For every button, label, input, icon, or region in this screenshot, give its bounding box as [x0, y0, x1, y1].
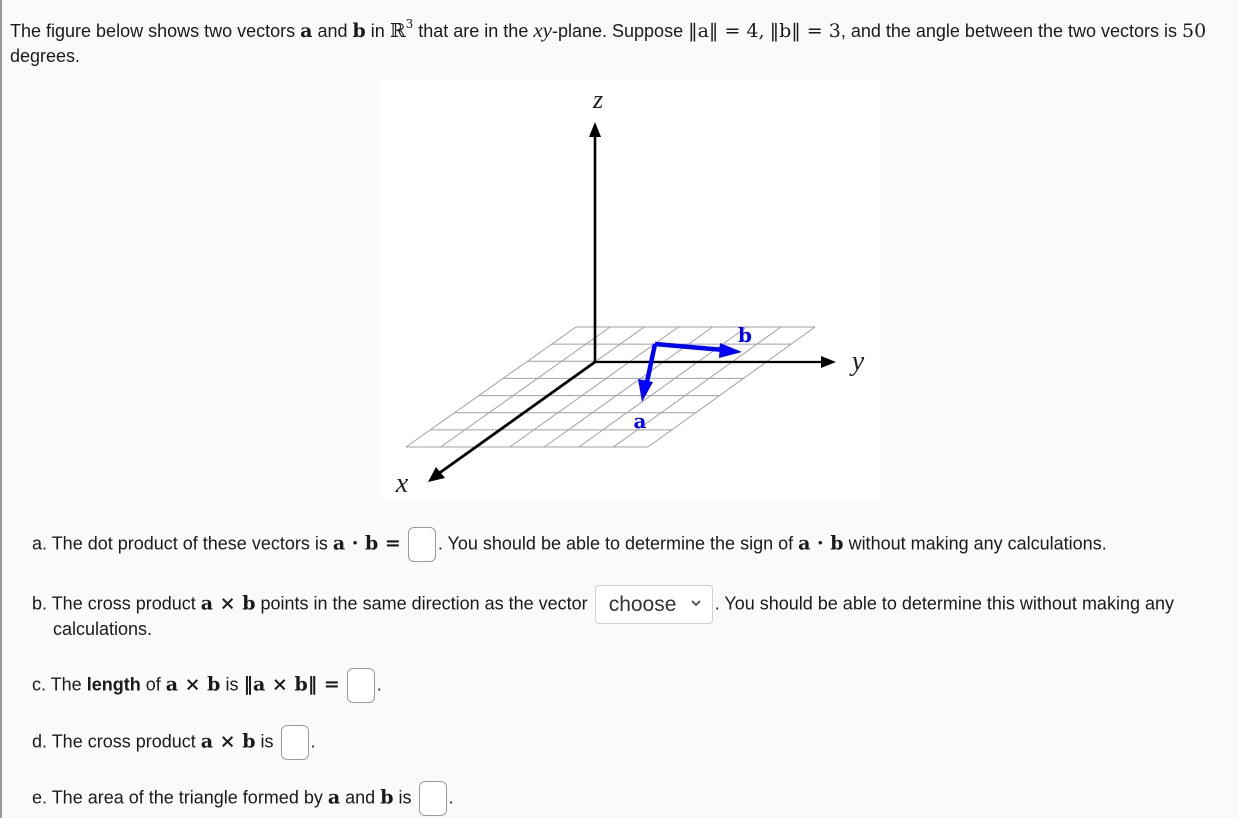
intro-text: that are in the	[413, 21, 534, 41]
problem-statement: The figure below shows two vectors a and…	[10, 12, 1236, 69]
cross-length-answer-input[interactable]	[346, 668, 375, 703]
question-text: is	[393, 787, 417, 808]
triangle-area-answer-input[interactable]	[418, 781, 447, 816]
math-cross-product: a × b	[165, 673, 221, 696]
question-text: c. The	[32, 674, 87, 695]
question-text: and	[340, 787, 381, 808]
math-dot-product: a · b =	[332, 532, 401, 555]
question-text: d. The cross product	[32, 731, 201, 752]
question-text: calculations.	[53, 619, 153, 639]
question-c: c. The length of a × b is ‖a × b‖ = .	[32, 668, 382, 703]
left-border	[0, 0, 2, 818]
question-text: e. The area of the triangle formed by	[32, 787, 328, 808]
intro-text: -plane. Suppose	[551, 21, 689, 41]
math-norm-a: ‖a‖ = 4,	[688, 20, 765, 42]
question-text: is	[255, 731, 279, 752]
question-text: points in the same direction as the vect…	[255, 593, 593, 614]
question-text: .	[448, 787, 454, 808]
vector-figure: z y x b a	[380, 80, 880, 500]
grid-line-diagonal	[440, 326, 611, 448]
figure-svg: z y x b a	[395, 85, 865, 499]
y-axis-arrowhead	[821, 356, 836, 368]
intro-text: and	[312, 21, 353, 41]
xy-plane-grid	[405, 326, 816, 448]
grid-line-diagonal	[405, 326, 577, 448]
x-axis-label: x	[395, 468, 409, 499]
vector-b-label: b	[738, 323, 752, 347]
math-vector-a: a	[327, 786, 341, 809]
question-d: d. The cross product a × b is .	[32, 725, 316, 760]
question-text: . You should be able to determine the si…	[437, 533, 799, 554]
math-cross-norm: ‖a × b‖ =	[243, 673, 340, 696]
chevron-down-icon	[691, 600, 701, 607]
question-text: without making any calculations.	[843, 533, 1107, 554]
dot-product-answer-input[interactable]	[407, 527, 436, 562]
math-dot-product: a · b	[798, 532, 844, 555]
question-text: b. The cross product	[32, 593, 201, 614]
math-cross-product: a × b	[200, 592, 256, 615]
z-axis-arrowhead	[589, 122, 601, 137]
question-text: of	[140, 674, 166, 695]
question-e: e. The area of the triangle formed by a …	[32, 781, 454, 816]
math-angle: 50	[1182, 20, 1207, 42]
vector-a-label: a	[634, 409, 647, 433]
math-reals: ℝ	[389, 20, 406, 42]
intro-text: degrees.	[10, 46, 81, 66]
question-a: a. The dot product of these vectors is a…	[32, 527, 1107, 562]
z-axis-label: z	[592, 85, 603, 114]
question-b-continued: calculations.	[53, 619, 152, 640]
question-text: .	[376, 674, 382, 695]
vector-a-arrowhead	[638, 379, 653, 402]
intro-text: in	[365, 21, 390, 41]
math-vector-b: b	[380, 786, 394, 809]
question-text: a. The dot product of these vectors is	[32, 533, 333, 554]
direction-select-value: choose	[608, 592, 677, 616]
question-text: . You should be able to determine this w…	[714, 593, 1174, 614]
question-b: b. The cross product a × b points in the…	[32, 585, 1174, 624]
intro-text: , and the angle between the two vectors …	[840, 21, 1183, 41]
question-text: is	[220, 674, 244, 695]
cross-product-answer-input[interactable]	[280, 725, 309, 760]
math-vector-b: b	[352, 20, 366, 42]
vector-b	[654, 341, 725, 353]
math-norm-b: ‖b‖ = 3	[769, 20, 841, 42]
math-xy: xy	[533, 18, 552, 42]
math-cross-product: a × b	[200, 730, 256, 753]
direction-select[interactable]: choose	[594, 585, 713, 624]
intro-text: The figure below shows two vectors	[10, 21, 301, 41]
bold-length: length	[86, 674, 141, 695]
y-axis-label: y	[849, 346, 865, 377]
math-vector-a: a	[300, 20, 313, 42]
question-text: .	[310, 731, 316, 752]
